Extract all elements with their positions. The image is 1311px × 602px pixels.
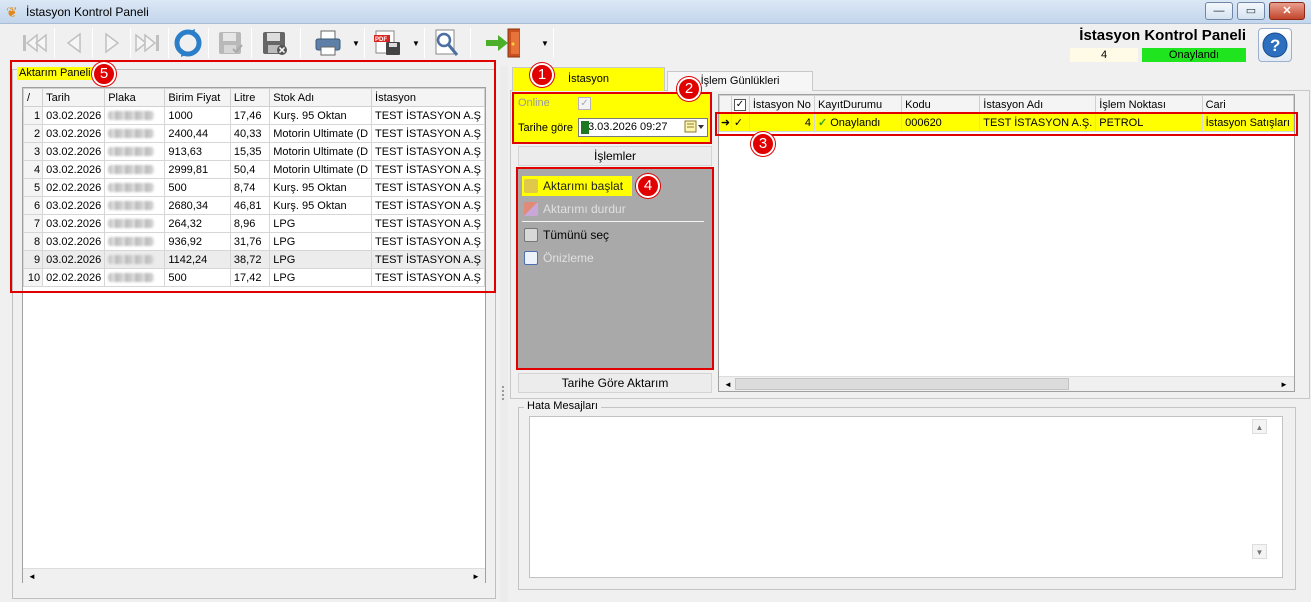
export-pdf-button[interactable]: PDF [370,26,406,60]
print-dropdown-arrow[interactable]: ▼ [351,39,361,49]
toolbar-separator [168,28,169,58]
refresh-button[interactable] [170,26,206,60]
previous-record-button[interactable] [56,26,92,60]
page-title: İstasyon Kontrol Paneli [1079,27,1246,44]
toolbar-separator [92,28,93,58]
first-record-icon [23,33,47,53]
table-header-row: ✓ İstasyon No KayıtDurumu Kodu İstasyon … [719,95,1294,114]
annotation-badge-5: 5 [92,62,116,86]
scroll-up-arrow[interactable]: ▲ [1252,419,1267,434]
toolbar-separator [251,28,252,58]
next-record-icon [105,32,120,54]
close-button[interactable]: ✕ [1269,2,1305,20]
scroll-left-arrow[interactable]: ◄ [25,570,39,583]
panel-splitter[interactable] [500,66,508,602]
station-count: 4 [1070,48,1138,62]
title-bar: ❦ İstasyon Kontrol Paneli — ▭ ✕ [0,0,1311,24]
save-icon [219,32,243,54]
svg-text:?: ? [1270,36,1280,55]
help-icon: ? [1262,32,1288,58]
column-header-kayit-durumu[interactable]: KayıtDurumu [813,95,903,114]
tools-button[interactable] [428,26,464,60]
first-record-button[interactable] [16,26,52,60]
window-title: İstasyon Kontrol Paneli [26,5,149,19]
scroll-down-arrow[interactable]: ▼ [1252,544,1267,559]
error-messages-textarea[interactable]: ▲ ▼ [529,416,1283,578]
refresh-icon [174,29,202,57]
annotation-badge-2: 2 [677,77,701,101]
print-button[interactable] [310,26,346,60]
exit-button[interactable] [484,26,520,60]
column-header-cari[interactable]: Cari [1201,95,1294,114]
toolbar-separator [470,28,471,58]
export-dropdown-arrow[interactable]: ▼ [411,39,421,49]
column-header-select-all[interactable]: ✓ [730,95,750,114]
transfer-grid-hscrollbar[interactable]: ◄ ► [23,568,485,583]
header-checkbox[interactable]: ✓ [733,98,746,111]
last-record-icon [135,33,159,53]
svg-text:PDF: PDF [375,37,387,43]
annotation-box-3 [715,112,1298,136]
column-header-indicator [719,95,732,114]
print-icon [315,30,341,56]
exit-dropdown-arrow[interactable]: ▼ [540,39,550,49]
export-pdf-icon: PDF [374,30,400,55]
annotation-box-4 [516,167,714,370]
annotation-badge-1: 1 [530,63,554,87]
previous-record-icon [66,32,81,54]
butterfly-app-icon: ❦ [6,4,18,20]
splitter-grip [502,386,506,400]
status-badge: Onaylandı [1142,48,1246,62]
save-button[interactable] [212,26,248,60]
annotation-box-2 [512,92,712,144]
cancel-save-icon [263,32,287,55]
transfer-by-date-button[interactable]: Tarihe Göre Aktarım [518,373,712,393]
help-button[interactable]: ? [1258,28,1292,62]
scroll-left-arrow[interactable]: ◄ [721,378,735,391]
cancel-save-button[interactable] [256,26,292,60]
last-record-button[interactable] [130,26,166,60]
next-record-button[interactable] [94,26,130,60]
annotation-badge-3: 3 [751,132,775,156]
scroll-right-arrow[interactable]: ► [1277,378,1291,391]
toolbar-separator [54,28,55,58]
operations-title: İşlemler [518,146,712,166]
exit-icon [486,28,520,58]
column-header-kodu[interactable]: Kodu [901,95,981,114]
column-header-istasyon-no[interactable]: İstasyon No [748,95,815,114]
station-grid[interactable]: ✓ İstasyon No KayıtDurumu Kodu İstasyon … [718,94,1295,392]
scroll-right-arrow[interactable]: ► [469,570,483,583]
toolbar-separator [364,28,365,58]
scroll-thumb[interactable] [735,378,1069,390]
toolbar-separator [208,28,209,58]
toolbar-separator [300,28,301,58]
annotation-badge-4: 4 [636,174,660,198]
error-messages-legend: Hata Mesajları [524,400,601,412]
station-grid-hscrollbar[interactable]: ◄ ► [719,376,1294,391]
tools-icon [435,29,459,56]
toolbar-separator [553,28,554,58]
annotation-box-5 [10,60,496,293]
column-header-islem-noktasi[interactable]: İşlem Noktası [1095,95,1203,114]
minimize-button[interactable]: — [1205,2,1233,20]
column-header-istasyon-adi[interactable]: İstasyon Adı [979,95,1097,114]
maximize-button[interactable]: ▭ [1237,2,1265,20]
toolbar-separator [424,28,425,58]
